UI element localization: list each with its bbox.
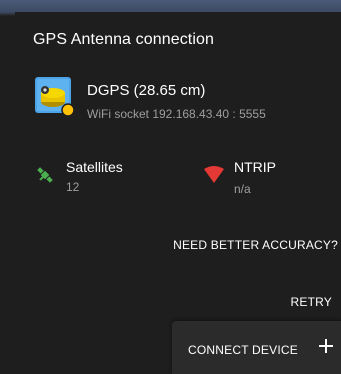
ntrip-label: NTRIP [234,159,276,175]
connect-device-label: CONNECT DEVICE [188,343,298,357]
gps-receiver-icon [35,77,75,117]
satellite-icon [35,165,55,185]
left-edge-bar [0,346,15,374]
satellites-count: 12 [66,180,80,194]
need-better-accuracy-button[interactable]: NEED BETTER ACCURACY? [173,238,338,252]
dialog-title: GPS Antenna connection [33,31,214,48]
connect-device-button[interactable]: CONNECT DEVICE [172,321,341,374]
gps-connection-dialog: GPS Antenna connection DGPS (28.65 cm) W… [15,12,341,374]
device-name: DGPS (28.65 cm) [87,82,206,99]
device-connection-info: WiFi socket 192.168.43.40 : 5555 [87,107,266,121]
signal-icon [203,164,225,184]
retry-button[interactable]: RETRY [291,295,332,309]
satellites-label: Satellites [66,159,123,175]
plus-icon [319,339,333,353]
ntrip-value: n/a [234,182,251,196]
